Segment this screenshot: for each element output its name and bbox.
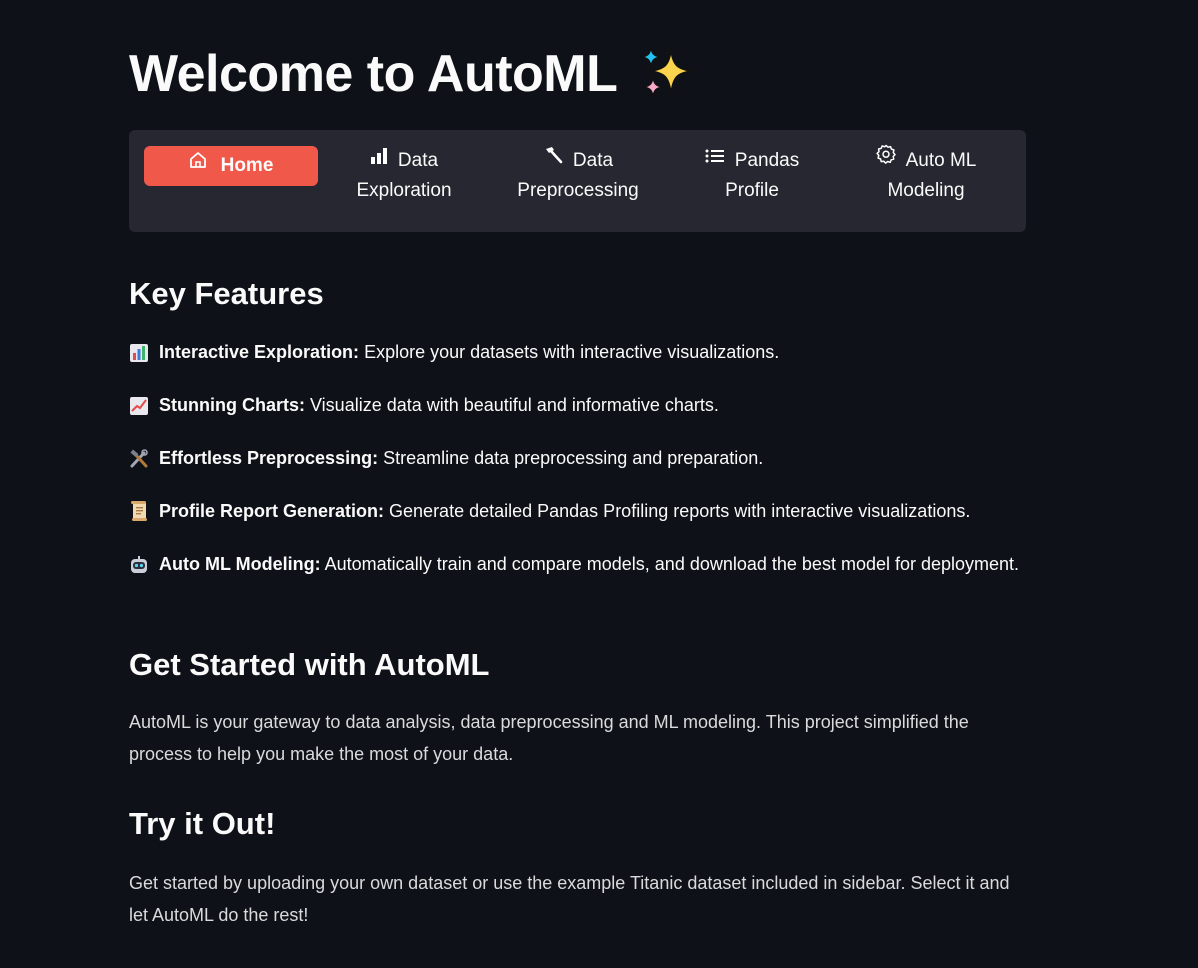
app-page: Welcome to AutoML Home Data Exploration …: [0, 0, 1198, 968]
feature-text: Explore your datasets with interactive v…: [359, 342, 780, 362]
hammer-icon: [543, 144, 563, 174]
feature-title: Effortless Preprocessing:: [159, 448, 379, 468]
feature-title: Profile Report Generation:: [159, 501, 385, 521]
nav-item-label-line1: Pandas: [734, 150, 800, 172]
chart-increasing-emoji-icon: [129, 394, 151, 416]
sparkles-icon: [637, 45, 695, 103]
feature-item: Stunning Charts: Visualize data with bea…: [129, 389, 1029, 421]
page-title: Welcome to AutoML: [129, 44, 695, 104]
feature-item: Interactive Exploration: Explore your da…: [129, 336, 1029, 368]
bar-chart-emoji-icon: [129, 341, 151, 363]
key-features-heading: Key Features: [129, 276, 324, 311]
feature-text: Streamline data preprocessing and prepar…: [378, 448, 764, 468]
feature-item: Effortless Preprocessing: Streamline dat…: [129, 442, 1029, 474]
feature-title: Interactive Exploration:: [159, 342, 360, 362]
get-started-heading: Get Started with AutoML: [129, 647, 490, 682]
feature-text: Generate detailed Pandas Profiling repor…: [384, 501, 971, 521]
nav-item-home[interactable]: Home: [144, 146, 318, 186]
try-it-heading: Try it Out!: [129, 806, 276, 841]
gear-icon: [875, 144, 896, 174]
feature-text: Visualize data with beautiful and inform…: [305, 395, 719, 415]
home-icon: [189, 144, 207, 184]
nav-item-label-line2: Preprocessing: [517, 180, 639, 202]
nav-item-home-label: Home: [220, 155, 274, 177]
feature-text: Automatically train and compare models, …: [320, 554, 1020, 574]
nav-item-label-line2: Modeling: [887, 180, 965, 202]
nav-item-data-preprocessing[interactable]: Data Preprocessing: [491, 146, 665, 220]
scroll-emoji-icon: [129, 500, 151, 522]
nav-item-automl-modeling[interactable]: Auto ML Modeling: [839, 144, 1013, 220]
list-icon: [705, 144, 725, 174]
feature-title: Auto ML Modeling:: [159, 554, 321, 574]
nav-item-label-line1: Auto ML: [905, 150, 977, 172]
try-it-text: Get started by uploading your own datase…: [129, 873, 1010, 925]
feature-title: Stunning Charts:: [159, 395, 305, 415]
page-title-text: Welcome to AutoML: [129, 45, 618, 103]
bar-chart-icon: [370, 144, 388, 174]
nav-item-label-line1: Data: [397, 150, 439, 172]
nav-item-label-line2: Exploration: [356, 180, 452, 202]
nav-item-label-line2: Profile: [725, 180, 779, 202]
nav-item-pandas-profile[interactable]: Pandas Profile: [665, 146, 839, 220]
robot-emoji-icon: [129, 553, 151, 574]
nav-menu: Home Data Exploration Data Preprocessing…: [129, 130, 1026, 232]
feature-item: Auto ML Modeling: Automatically train an…: [129, 548, 1029, 580]
hammer-and-wrench-emoji-icon: [129, 447, 151, 468]
nav-item-label-line1: Data: [572, 150, 614, 172]
get-started-text: AutoML is your gateway to data analysis,…: [129, 712, 969, 764]
feature-item: Profile Report Generation: Generate deta…: [129, 495, 1029, 527]
nav-item-data-exploration[interactable]: Data Exploration: [317, 146, 491, 220]
